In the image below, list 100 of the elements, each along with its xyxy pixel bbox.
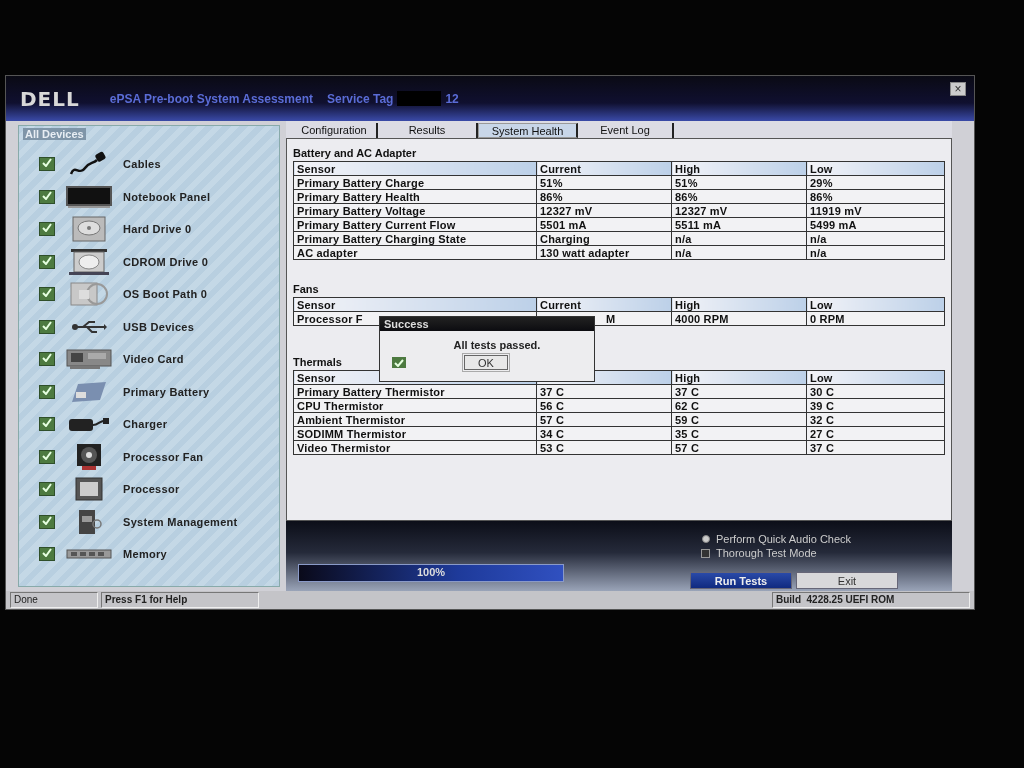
table-cell: 34 C — [540, 427, 565, 440]
ok-button[interactable]: OK — [464, 355, 508, 370]
memory-icon — [66, 548, 112, 561]
table-cell: n/a — [810, 246, 827, 259]
device-label[interactable]: OS Boot Path 0 — [123, 288, 208, 301]
redaction-bar — [397, 91, 442, 106]
checkbox[interactable] — [39, 417, 55, 432]
column-header: Current — [536, 297, 672, 312]
device-label[interactable]: USB Devices — [123, 320, 195, 333]
device-label[interactable]: Processor — [123, 483, 180, 496]
checkbox[interactable] — [701, 548, 710, 558]
column-header: Low — [806, 370, 945, 385]
exit-button[interactable]: Exit — [796, 572, 898, 589]
checkbox[interactable] — [39, 352, 55, 367]
table-cell: 32 C — [810, 413, 835, 426]
table-cell: 37 C — [810, 441, 835, 454]
checkbox[interactable] — [39, 319, 55, 334]
device-label[interactable]: Memory — [123, 548, 167, 561]
column-header: High — [671, 161, 807, 176]
service-tag-value: 12 — [445, 91, 459, 106]
option-label: Thorough Test Mode — [716, 547, 817, 559]
column-header: High — [671, 370, 807, 385]
device-label[interactable]: Cables — [123, 158, 161, 171]
table-cell: 35 C — [675, 427, 700, 440]
table-cell: Primary Battery Charge — [297, 176, 425, 189]
device-label[interactable]: Notebook Panel — [123, 190, 211, 203]
table-cell: 37 C — [675, 385, 700, 398]
device-label[interactable]: Charger — [123, 418, 168, 431]
device-label[interactable]: Processor Fan — [123, 450, 204, 463]
table-cell: Video Thermistor — [297, 441, 391, 454]
progress-label: 100% — [415, 566, 447, 578]
table-cell: 39 C — [810, 399, 835, 412]
run-tests-button[interactable]: Run Tests — [690, 572, 792, 589]
column-header: Sensor — [293, 297, 537, 312]
checkbox[interactable] — [39, 384, 55, 399]
usb-icon — [71, 318, 107, 335]
table-cell: 130 watt adapter — [540, 246, 630, 259]
table-cell: 62 C — [675, 399, 700, 412]
table-cell: Charging — [540, 232, 590, 245]
column-header: Sensor — [293, 161, 537, 176]
build-info: Build 4228.25 UEFI ROM — [772, 592, 970, 608]
table-cell: 57 C — [540, 413, 565, 426]
table-cell: 0 RPM — [810, 312, 845, 325]
checkbox[interactable] — [39, 157, 55, 172]
table-cell: Primary Battery Health — [297, 190, 420, 203]
fan-icon — [76, 442, 102, 471]
help-hint: Press F1 for Help — [101, 592, 259, 608]
table-cell: 86% — [810, 190, 833, 203]
table-cell: 5511 mA — [675, 218, 722, 231]
checkbox[interactable] — [39, 514, 55, 529]
table-cell: 30 C — [810, 385, 835, 398]
tab[interactable]: System Health — [478, 123, 578, 138]
checkbox[interactable] — [39, 449, 55, 464]
table-cell: AC adapter — [297, 246, 358, 259]
hard-drive-icon — [69, 215, 109, 244]
dialog-title: Success — [380, 317, 594, 331]
table-cell: 12327 mV — [540, 204, 593, 217]
device-label[interactable]: CDROM Drive 0 — [123, 255, 209, 268]
table-cell-text: M — [605, 312, 616, 325]
table-cell: 5501 mA — [540, 218, 587, 231]
table-cell: 86% — [675, 190, 698, 203]
section-title: Fans — [293, 283, 319, 295]
table-cell: SODIMM Thermistor — [297, 427, 407, 440]
disc-drive-icon — [67, 247, 111, 276]
table-cell: 29% — [810, 176, 833, 189]
table-cell: 53 C — [540, 441, 565, 454]
device-label[interactable]: Hard Drive 0 — [123, 223, 192, 236]
checkbox[interactable] — [39, 189, 55, 204]
checkbox[interactable] — [39, 547, 55, 562]
battery-icon — [70, 379, 108, 404]
table-cell: n/a — [675, 232, 692, 245]
dialog-message: All tests passed. — [453, 339, 541, 351]
table-cell: 27 C — [810, 427, 835, 440]
table-cell: 12327 mV — [675, 204, 728, 217]
circuit-card-icon — [66, 348, 112, 371]
radio-button[interactable] — [702, 535, 710, 543]
table-cell: Primary Battery Voltage — [297, 204, 426, 217]
device-label[interactable]: System Management — [123, 515, 238, 528]
window-title: ePSA Pre-boot System Assessment — [109, 91, 313, 106]
table-cell: Processor F — [297, 312, 363, 325]
disc-case-icon — [69, 281, 109, 308]
check-icon — [392, 357, 406, 368]
table-cell: 37 C — [540, 385, 565, 398]
table-cell: Ambient Thermistor — [297, 413, 406, 426]
column-header: Current — [536, 161, 672, 176]
chip-icon — [74, 476, 104, 503]
dell-logo: DELL — [20, 86, 80, 111]
table-cell: n/a — [810, 232, 827, 245]
device-label[interactable]: Video Card — [123, 353, 184, 366]
close-button[interactable]: × — [950, 82, 966, 96]
table-cell: 59 C — [675, 413, 700, 426]
checkbox[interactable] — [39, 287, 55, 302]
table-cell: n/a — [675, 246, 692, 259]
checkbox[interactable] — [39, 254, 55, 269]
table-cell: Primary Battery Current Flow — [297, 218, 456, 231]
table-cell: 57 C — [675, 441, 700, 454]
checkbox[interactable] — [39, 222, 55, 237]
device-label[interactable]: Primary Battery — [123, 385, 210, 398]
column-header: Low — [806, 161, 945, 176]
checkbox[interactable] — [39, 482, 55, 497]
